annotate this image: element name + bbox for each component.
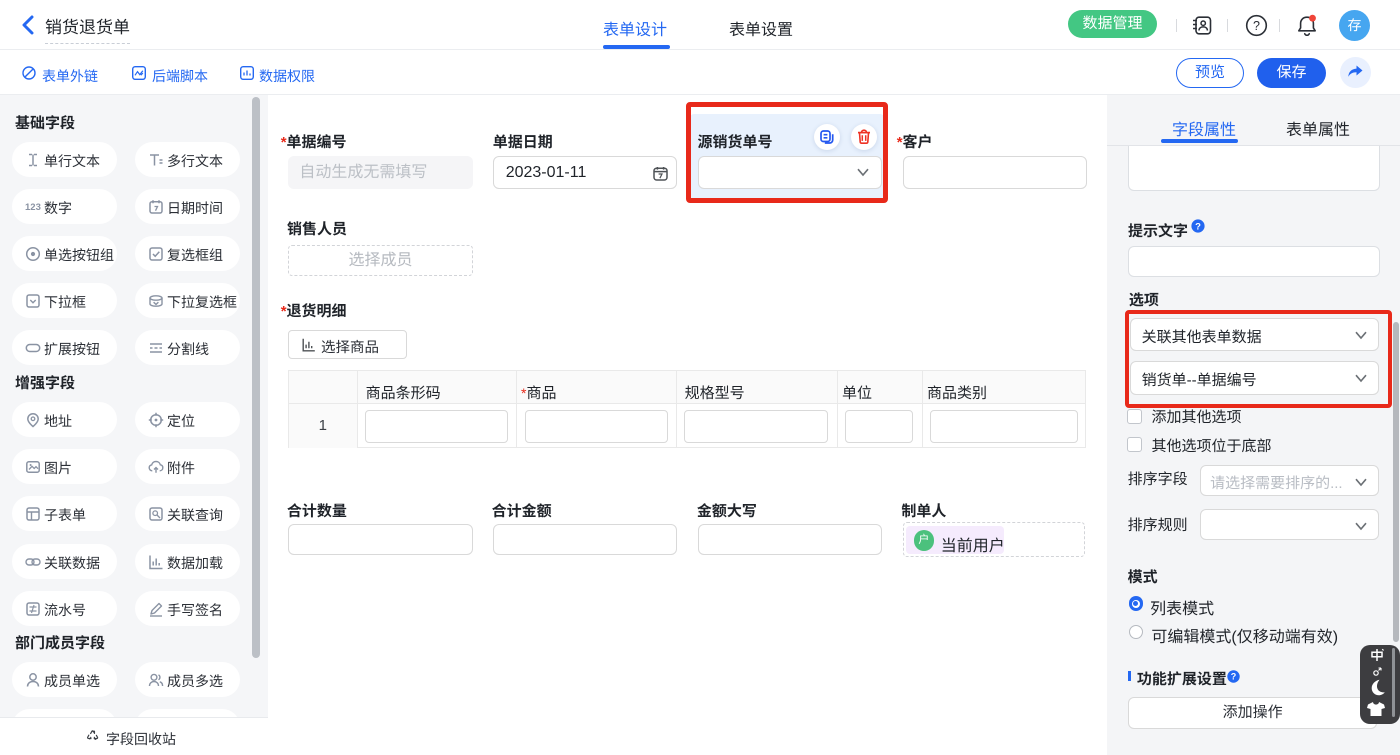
svg-text:?: ?	[1253, 19, 1260, 33]
svg-text:?: ?	[1195, 221, 1201, 232]
svg-text:?: ?	[1231, 672, 1237, 682]
